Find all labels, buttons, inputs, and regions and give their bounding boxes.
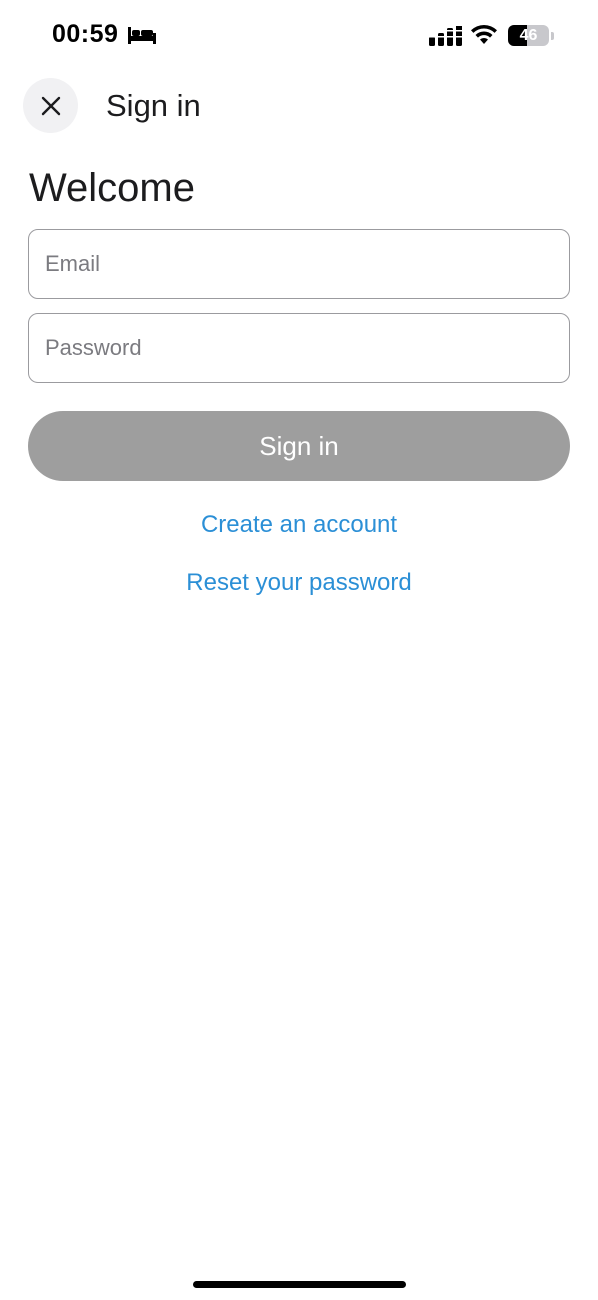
wifi-icon bbox=[471, 24, 497, 44]
email-field[interactable] bbox=[29, 230, 569, 298]
welcome-heading: Welcome bbox=[29, 166, 195, 210]
create-account-link[interactable]: Create an account bbox=[0, 511, 598, 539]
home-indicator[interactable] bbox=[193, 1281, 406, 1288]
sign-in-screen: 00:59 46 Sign in Welcome Email Sign in C… bbox=[0, 0, 598, 1300]
password-field[interactable] bbox=[29, 314, 569, 382]
close-button[interactable] bbox=[23, 78, 78, 133]
header-title: Sign in bbox=[106, 88, 201, 123]
status-time: 00:59 bbox=[52, 20, 119, 48]
email-field-container bbox=[28, 229, 570, 299]
password-field-container bbox=[28, 313, 570, 383]
sign-in-button[interactable]: Sign in bbox=[28, 411, 570, 481]
battery-cap bbox=[551, 32, 554, 40]
battery-icon: 46 bbox=[508, 25, 549, 46]
status-bar: 00:59 46 bbox=[0, 0, 598, 72]
reset-password-link[interactable]: Reset your password bbox=[0, 569, 598, 597]
bed-icon bbox=[128, 27, 156, 44]
close-icon bbox=[41, 96, 60, 115]
cellular-signal-icon bbox=[429, 24, 462, 46]
battery-level-text: 46 bbox=[519, 27, 538, 44]
